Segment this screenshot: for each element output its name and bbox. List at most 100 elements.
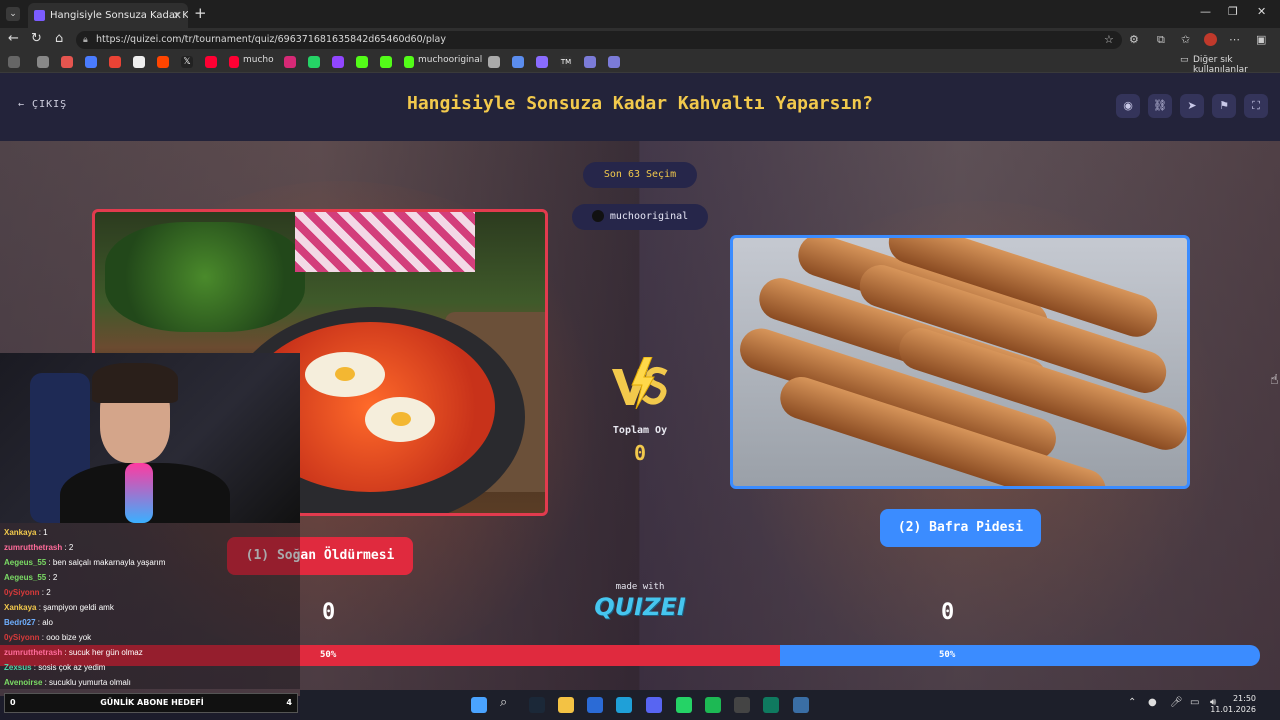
choice-2-percent: 50% <box>939 650 956 660</box>
made-with-label: made with <box>615 582 665 592</box>
flag-icon[interactable]: ⚑ <box>1212 94 1236 118</box>
windows-taskbar: ⌕ ⌃ ● 🎤︎ ▭ 🔊︎ 21:50 11.01.2026 <box>300 690 1280 720</box>
kick-icon[interactable] <box>380 56 392 68</box>
cloth-image-part <box>295 212 475 272</box>
windows-start-icon[interactable] <box>471 697 487 713</box>
tab-close-icon[interactable]: ✕ <box>173 3 182 28</box>
favorites-icon[interactable]: ✩ <box>1181 33 1190 46</box>
close-window-button[interactable]: ✕ <box>1257 5 1266 18</box>
extensions-icon[interactable]: ⚙ <box>1129 33 1139 46</box>
more-menu-icon[interactable]: ⋯ <box>1229 33 1240 46</box>
home-icon[interactable]: ⌂ <box>55 31 63 46</box>
share-send-icon[interactable]: ➤ <box>1180 94 1204 118</box>
choice-1-score: 0 <box>322 600 336 625</box>
bookmark-icon[interactable] <box>8 56 20 68</box>
chat-username: Xankaya <box>4 603 37 612</box>
bookmark-icon[interactable] <box>488 56 500 68</box>
chat-message: 0ySiyonn : ooo bize yok <box>4 633 91 642</box>
username: muchooriginal <box>609 211 689 222</box>
bookmark-icon[interactable] <box>37 56 49 68</box>
app-icon[interactable] <box>763 697 779 713</box>
link-icon[interactable]: ⛓ <box>1148 94 1172 118</box>
chat-text: : 2 <box>39 588 51 597</box>
instagram-icon[interactable] <box>284 56 296 68</box>
bookmark-muchooriginal[interactable]: muchooriginal <box>418 55 482 65</box>
lock-icon: 🔒︎ <box>83 35 88 45</box>
kick-bookmark-icon[interactable] <box>404 56 414 68</box>
back-icon[interactable]: ← <box>8 31 19 46</box>
taskbar-clock[interactable]: 21:50 11.01.2026 <box>1210 693 1256 715</box>
other-bookmarks[interactable]: Diğer sık kullanılanlar <box>1193 55 1280 75</box>
eye-icon[interactable]: ◉ <box>1116 94 1140 118</box>
shield-icon[interactable] <box>584 56 596 68</box>
youtube-icon[interactable] <box>205 56 217 68</box>
url-field[interactable]: 🔒︎ https://quizei.com/tr/tournament/quiz… <box>76 31 1122 49</box>
quiz-title: Hangisiyle Sonsuza Kadar Kahvaltı Yapars… <box>407 93 873 114</box>
streamer-hair-image-part <box>92 363 178 403</box>
bookmark-icon[interactable] <box>536 56 548 68</box>
quizei-logo[interactable]: QUIZEI <box>590 593 690 621</box>
bookmark-icon[interactable] <box>85 56 97 68</box>
chat-username: Xankaya <box>4 528 37 537</box>
chat-username: 0ySiyonn <box>4 588 40 597</box>
favorite-star-icon[interactable]: ☆ <box>1104 33 1114 46</box>
collections-icon[interactable]: ⧉ <box>1157 33 1165 47</box>
tray-chevron-icon[interactable]: ⌃ <box>1128 697 1136 708</box>
network-icon[interactable]: ▭ <box>1190 697 1199 708</box>
chat-message: zumrutthetrash : sucuk her gün olmaz <box>4 648 143 657</box>
choice-2-image[interactable] <box>730 235 1190 489</box>
google-icon[interactable] <box>133 56 145 68</box>
browser-tab[interactable]: Hangisiyle Sonsuza Kadar Kahvalt ✕ <box>28 3 188 28</box>
microphone-icon[interactable]: 🎤︎ <box>1170 697 1183 708</box>
fullscreen-icon[interactable]: ⛶ <box>1244 94 1268 118</box>
tab-actions-menu-icon[interactable]: ⌄ <box>6 7 20 21</box>
chat-text: : şampiyon geldi amk <box>36 603 114 612</box>
tm-icon[interactable]: TM <box>560 56 572 68</box>
store-icon[interactable] <box>587 697 603 713</box>
chat-text: : ben salçalı makarnayla yaşarım <box>46 558 166 567</box>
discord-icon[interactable] <box>646 697 662 713</box>
bookmark-mucho[interactable]: mucho <box>243 55 274 65</box>
minimize-button[interactable]: — <box>1200 5 1211 18</box>
spotify-icon[interactable] <box>705 697 721 713</box>
chat-text: : 2 <box>46 573 58 582</box>
reddit-icon[interactable] <box>157 56 169 68</box>
kick-icon[interactable] <box>356 56 368 68</box>
file-explorer-icon[interactable] <box>558 697 574 713</box>
gmail-icon[interactable] <box>109 56 121 68</box>
twitch-icon[interactable] <box>332 56 344 68</box>
bookmark-icon[interactable] <box>512 56 524 68</box>
chat-text: : alo <box>35 618 53 627</box>
address-bar-row: ← ↻ ⌂ 🔒︎ https://quizei.com/tr/tournamen… <box>0 28 1280 52</box>
bookmark-icon[interactable] <box>61 56 73 68</box>
versus-icon <box>612 357 668 409</box>
tray-app-icon[interactable]: ● <box>1148 697 1157 708</box>
chat-message: Xankaya : şampiyon geldi amk <box>4 603 114 612</box>
folder-icon: ▭ <box>1180 55 1189 65</box>
refresh-icon[interactable]: ↻ <box>31 31 42 46</box>
choice-2-button[interactable]: (2) Bafra Pidesi <box>880 509 1041 547</box>
search-icon[interactable]: ⌕ <box>500 695 516 711</box>
profile-avatar-icon[interactable] <box>1204 33 1217 46</box>
youtube-bookmark-icon[interactable] <box>229 56 239 68</box>
chat-username: zumrutthetrash <box>4 648 63 657</box>
sidebar-icon[interactable]: ▣ <box>1256 33 1266 46</box>
obs-icon[interactable] <box>734 697 750 713</box>
parsley-image-part <box>105 222 305 332</box>
whatsapp-icon[interactable] <box>676 697 692 713</box>
edge-icon[interactable] <box>616 697 632 713</box>
new-tab-button[interactable]: + <box>194 4 207 22</box>
chat-text: : 2 <box>62 543 74 552</box>
chat-text: : 1 <box>36 528 48 537</box>
app-icon[interactable] <box>793 697 809 713</box>
x-icon[interactable]: 𝕏 <box>181 56 193 68</box>
chat-username: Aegeus_55 <box>4 558 47 567</box>
quiz-header: ← ÇIKIŞ Hangisiyle Sonsuza Kadar Kahvalt… <box>0 73 1280 141</box>
chat-username: Avenoirse <box>4 678 43 687</box>
maximize-button[interactable]: ❐ <box>1228 5 1238 18</box>
chat-text: : sucuklu yumurta olmalı <box>42 678 131 687</box>
whatsapp-icon[interactable] <box>308 56 320 68</box>
steam-icon[interactable] <box>529 697 545 713</box>
shield-icon[interactable] <box>608 56 620 68</box>
chat-message: Zexsus : sosis çok az yedim <box>4 663 105 672</box>
